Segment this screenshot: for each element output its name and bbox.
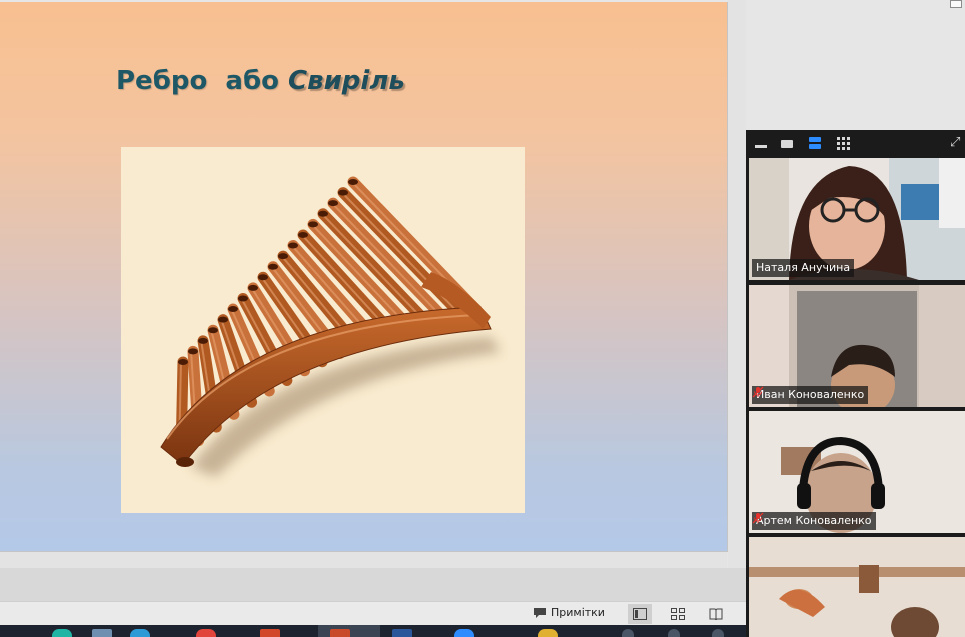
flute-pipe-opening: [338, 189, 348, 196]
vertical-scrollbar[interactable]: [728, 0, 746, 568]
reading-view-icon: [709, 608, 723, 620]
taskbar-app-icon[interactable]: [130, 629, 150, 637]
taskbar-app-icon[interactable]: [260, 629, 280, 637]
participant-video: [749, 537, 965, 637]
taskbar-app-icon[interactable]: [622, 629, 634, 637]
flute-pipe-opening: [278, 253, 288, 260]
pan-flute-icon: [160, 176, 501, 477]
flute-pipe-opening: [238, 295, 248, 302]
mic-muted-icon: [752, 386, 764, 398]
flute-pipe-opening: [298, 231, 308, 238]
flute-pipe-opening: [318, 210, 328, 217]
flute-pipe-opening: [178, 359, 188, 365]
flute-pipe-opening: [218, 316, 228, 323]
normal-view-button[interactable]: [628, 604, 652, 624]
flute-pipe-opening: [188, 348, 198, 355]
flute-pipe-opening: [248, 284, 258, 291]
normal-view-icon: [633, 608, 647, 620]
slide-title[interactable]: Ребро або Свиріль: [116, 66, 405, 96]
flute-pipe-opening: [328, 200, 338, 207]
slide-picture[interactable]: [121, 147, 525, 513]
participant-name-tag: Наталя Анучина: [752, 259, 855, 277]
flute-pipe-opening: [268, 263, 278, 270]
participant-name-tag: Артем Коноваленко: [752, 512, 876, 530]
flute-pipe-opening: [208, 327, 218, 334]
expand-icon[interactable]: ⤢: [950, 136, 965, 150]
notes-pane[interactable]: [0, 552, 727, 568]
participant-video-tile[interactable]: Иван Коноваленко: [749, 285, 965, 407]
comment-icon: [534, 607, 546, 618]
flute-pipe-opening: [198, 337, 208, 344]
participant-video-tile[interactable]: Наталя Анучина: [749, 158, 965, 280]
participant-name: Артем Коноваленко: [756, 514, 872, 527]
taskbar-app-icon[interactable]: [196, 629, 216, 637]
slide-canvas[interactable]: Ребро або Свиріль: [0, 2, 728, 552]
gallery-grid-icon[interactable]: [836, 136, 852, 150]
minimize-icon[interactable]: [754, 136, 770, 150]
scroll-thumb[interactable]: [950, 0, 962, 8]
flute-pipe-opening: [308, 221, 318, 228]
participant-video-tile[interactable]: [749, 537, 965, 637]
taskbar-app-icon[interactable]: [392, 629, 412, 637]
participant-name: Наталя Анучина: [756, 261, 851, 274]
flute-pipe-opening: [228, 306, 238, 313]
mic-muted-icon: [752, 512, 764, 524]
taskbar-app-icon[interactable]: [330, 629, 350, 637]
notes-label: Примітки: [551, 606, 605, 619]
taskbar-app-icon[interactable]: [454, 629, 474, 637]
flute-pipe-opening: [258, 274, 268, 281]
participant-name: Иван Коноваленко: [756, 388, 865, 401]
reading-view-button[interactable]: [704, 604, 728, 624]
slide-title-plain: Ребро або: [116, 66, 289, 96]
flute-pipe-opening: [348, 179, 358, 185]
notes-button[interactable]: Примітки: [533, 606, 605, 619]
taskbar-app-icon[interactable]: [712, 629, 724, 637]
taskbar-app-icon[interactable]: [538, 629, 558, 637]
video-strip-icon[interactable]: [808, 136, 824, 150]
slide-sorter-button[interactable]: [666, 604, 690, 624]
flute-pipe-opening: [288, 242, 298, 249]
participant-video-tile[interactable]: Артем Коноваленко: [749, 411, 965, 533]
taskbar-app-icon[interactable]: [92, 629, 112, 637]
zoom-panel-toolbar: ⤢: [746, 130, 965, 157]
slide-sorter-icon: [671, 608, 685, 620]
slide-title-emphasis: Свиріль: [288, 66, 405, 96]
zoom-video-panel: ⤢ Наталя Анучина Иван Коноваленко Артем …: [746, 130, 965, 637]
single-video-icon[interactable]: [780, 136, 796, 150]
participant-name-tag: Иван Коноваленко: [752, 386, 869, 404]
taskbar-app-icon[interactable]: [52, 629, 72, 637]
taskbar-app-icon[interactable]: [668, 629, 680, 637]
